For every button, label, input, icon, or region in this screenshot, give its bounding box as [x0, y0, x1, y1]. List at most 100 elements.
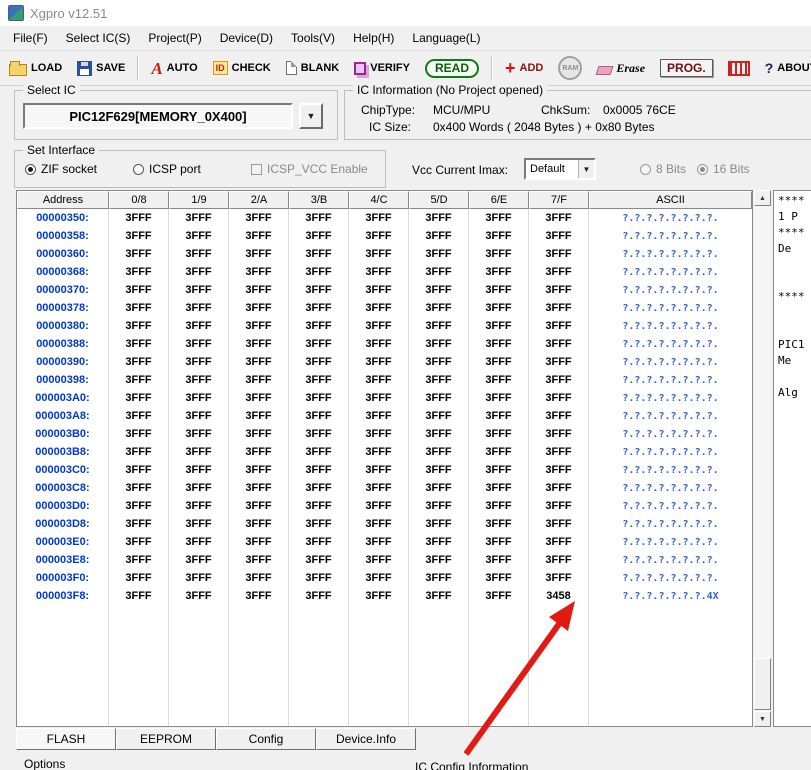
hex-value-cell[interactable]: 3FFF	[469, 569, 529, 587]
ascii-cell[interactable]: ?.?.?.?.?.?.?.?.	[589, 407, 752, 425]
hex-value-cell[interactable]: 3FFF	[289, 461, 349, 479]
hex-value-cell[interactable]: 3FFF	[229, 425, 289, 443]
hex-value-cell[interactable]: 3FFF	[529, 263, 589, 281]
address-cell[interactable]: 000003D8:	[17, 515, 109, 533]
ascii-cell[interactable]: ?.?.?.?.?.?.?.4X	[589, 587, 752, 605]
check-id-button[interactable]: ID CHECK	[210, 59, 274, 77]
hex-value-cell[interactable]: 3FFF	[289, 263, 349, 281]
hex-value-cell[interactable]: 3FFF	[169, 479, 229, 497]
hex-value-cell[interactable]: 3FFF	[109, 227, 169, 245]
ic-name-display[interactable]: PIC12F629[MEMORY_0X400]	[23, 103, 293, 129]
hex-value-cell[interactable]: 3FFF	[289, 407, 349, 425]
hex-value-cell[interactable]: 3FFF	[109, 353, 169, 371]
hex-value-cell[interactable]: 3FFF	[169, 335, 229, 353]
hex-value-cell[interactable]: 3FFF	[289, 425, 349, 443]
ascii-cell[interactable]: ?.?.?.?.?.?.?.?.	[589, 245, 752, 263]
hex-value-cell[interactable]: 3FFF	[529, 533, 589, 551]
save-button[interactable]: SAVE	[74, 59, 128, 78]
column-header-address[interactable]: Address	[17, 191, 109, 209]
column-header-1-9[interactable]: 1/9	[169, 191, 229, 209]
hex-value-cell[interactable]: 3FFF	[409, 371, 469, 389]
hex-value-cell[interactable]: 3FFF	[349, 353, 409, 371]
bits-16-radio[interactable]: 16 Bits	[697, 162, 750, 176]
hex-value-cell[interactable]: 3FFF	[289, 299, 349, 317]
hex-value-cell[interactable]: 3FFF	[409, 245, 469, 263]
address-cell[interactable]: 000003E0:	[17, 533, 109, 551]
address-cell[interactable]: 00000378:	[17, 299, 109, 317]
ascii-cell[interactable]: ?.?.?.?.?.?.?.?.	[589, 227, 752, 245]
address-cell[interactable]: 00000358:	[17, 227, 109, 245]
column-header-7-f[interactable]: 7/F	[529, 191, 589, 209]
hex-value-cell[interactable]: 3FFF	[409, 515, 469, 533]
hex-value-cell[interactable]: 3FFF	[289, 227, 349, 245]
tab-flash[interactable]: FLASH	[16, 728, 116, 750]
hex-value-cell[interactable]: 3FFF	[109, 389, 169, 407]
hex-value-cell[interactable]: 3FFF	[409, 479, 469, 497]
hex-value-cell[interactable]: 3FFF	[469, 515, 529, 533]
hex-value-cell[interactable]: 3FFF	[229, 479, 289, 497]
hex-value-cell[interactable]: 3FFF	[409, 407, 469, 425]
ascii-cell[interactable]: ?.?.?.?.?.?.?.?.	[589, 353, 752, 371]
hex-value-cell[interactable]: 3FFF	[349, 425, 409, 443]
hex-value-cell[interactable]: 3FFF	[109, 335, 169, 353]
hex-value-cell[interactable]: 3FFF	[289, 353, 349, 371]
hex-value-cell[interactable]: 3FFF	[169, 263, 229, 281]
hex-value-cell[interactable]: 3FFF	[229, 533, 289, 551]
hex-value-cell[interactable]: 3FFF	[109, 443, 169, 461]
hex-value-cell[interactable]: 3FFF	[169, 515, 229, 533]
hex-value-cell[interactable]: 3FFF	[469, 317, 529, 335]
zif-socket-radio[interactable]: ZIF socket	[25, 162, 97, 176]
hex-value-cell[interactable]: 3FFF	[409, 227, 469, 245]
hex-value-cell[interactable]: 3FFF	[109, 209, 169, 227]
hex-value-cell[interactable]: 3FFF	[109, 425, 169, 443]
ascii-cell[interactable]: ?.?.?.?.?.?.?.?.	[589, 569, 752, 587]
hex-value-cell[interactable]: 3FFF	[349, 245, 409, 263]
column-header-ascii[interactable]: ASCII	[589, 191, 752, 209]
ascii-cell[interactable]: ?.?.?.?.?.?.?.?.	[589, 515, 752, 533]
hex-value-cell[interactable]: 3FFF	[529, 461, 589, 479]
hex-value-cell[interactable]: 3FFF	[529, 209, 589, 227]
hex-value-cell[interactable]: 3FFF	[349, 335, 409, 353]
address-cell[interactable]: 000003C8:	[17, 479, 109, 497]
hex-value-cell[interactable]: 3FFF	[529, 299, 589, 317]
hex-value-cell[interactable]: 3FFF	[409, 443, 469, 461]
ascii-cell[interactable]: ?.?.?.?.?.?.?.?.	[589, 479, 752, 497]
hex-value-cell[interactable]: 3FFF	[469, 209, 529, 227]
scroll-up-button[interactable]: ▲	[754, 190, 771, 206]
hex-value-cell[interactable]: 3FFF	[289, 587, 349, 605]
vertical-scrollbar[interactable]: ▲ ▼	[754, 190, 771, 727]
hex-value-cell[interactable]: 3FFF	[229, 245, 289, 263]
hex-value-cell[interactable]: 3FFF	[529, 281, 589, 299]
bits-8-radio[interactable]: 8 Bits	[640, 162, 686, 176]
hex-value-cell[interactable]: 3FFF	[349, 533, 409, 551]
hex-value-cell[interactable]: 3FFF	[529, 551, 589, 569]
scrollbar-thumb[interactable]	[754, 658, 771, 710]
hex-value-cell[interactable]: 3FFF	[289, 551, 349, 569]
hex-value-cell[interactable]: 3FFF	[169, 389, 229, 407]
hex-value-cell[interactable]: 3FFF	[349, 479, 409, 497]
blank-check-button[interactable]: BLANK	[283, 59, 343, 77]
hex-value-cell[interactable]: 3FFF	[169, 533, 229, 551]
hex-value-cell[interactable]: 3FFF	[349, 551, 409, 569]
load-button[interactable]: LOAD	[6, 59, 65, 78]
erase-button[interactable]: Erase	[594, 59, 648, 78]
hex-value-cell[interactable]: 3FFF	[289, 281, 349, 299]
hex-value-cell[interactable]: 3FFF	[229, 461, 289, 479]
hex-value-cell[interactable]: 3FFF	[169, 317, 229, 335]
vcc-imax-select[interactable]: Default ▼	[524, 158, 596, 180]
hex-value-cell[interactable]: 3FFF	[529, 335, 589, 353]
address-cell[interactable]: 000003B0:	[17, 425, 109, 443]
hex-value-cell[interactable]: 3FFF	[349, 317, 409, 335]
hex-value-cell[interactable]: 3FFF	[109, 299, 169, 317]
hex-value-cell[interactable]: 3FFF	[349, 443, 409, 461]
hex-value-cell[interactable]: 3FFF	[229, 317, 289, 335]
ascii-cell[interactable]: ?.?.?.?.?.?.?.?.	[589, 551, 752, 569]
hex-value-cell[interactable]: 3FFF	[169, 587, 229, 605]
hex-value-cell[interactable]: 3FFF	[169, 227, 229, 245]
hex-value-cell[interactable]: 3FFF	[289, 497, 349, 515]
hex-value-cell[interactable]: 3FFF	[349, 389, 409, 407]
hex-value-cell[interactable]: 3FFF	[409, 299, 469, 317]
hex-value-cell[interactable]: 3FFF	[109, 263, 169, 281]
address-cell[interactable]: 00000360:	[17, 245, 109, 263]
address-cell[interactable]: 00000398:	[17, 371, 109, 389]
